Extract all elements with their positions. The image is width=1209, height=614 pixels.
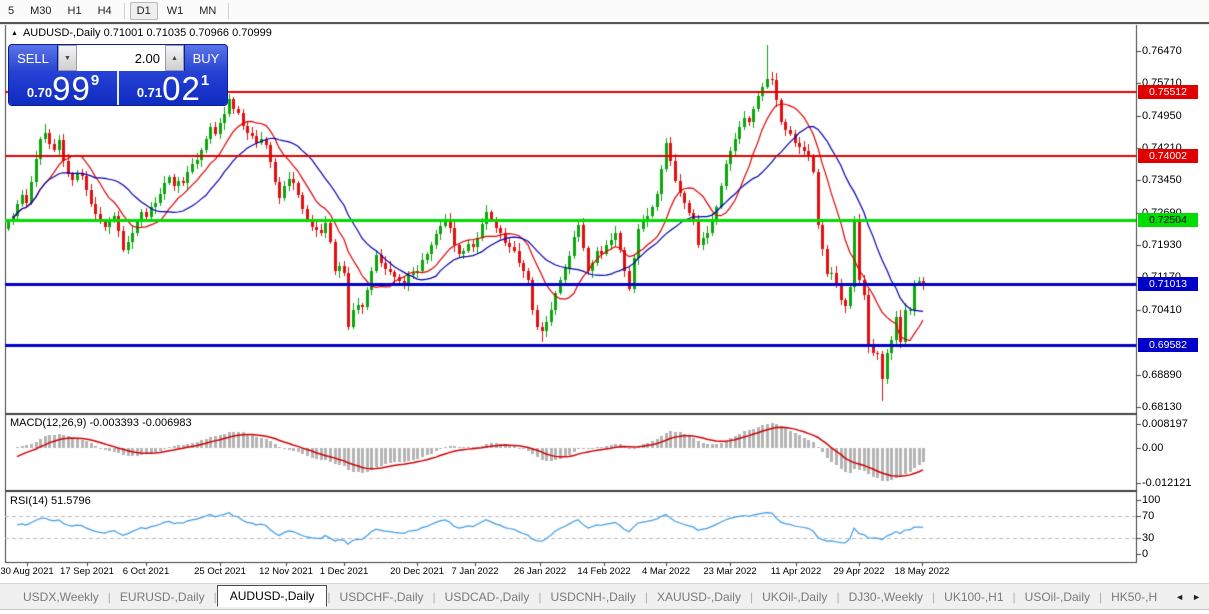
tab-dj30-[interactable]: DJ30-,Weekly [840,586,932,608]
tab-eurusd-[interactable]: EURUSD-,Daily [111,586,214,608]
level-price-badge: 0.75512 [1138,85,1198,99]
tab-uk100-[interactable]: UK100-,H1 [935,586,1012,608]
rsi-axis-tick: 100 [1142,494,1160,506]
symbol-tab-bar: USDX,Weekly|EURUSD-,Daily|AUDUSD-,Daily|… [0,583,1209,610]
sell-price-big: 99 [52,74,91,104]
chevron-down-icon: ▼ [64,55,71,62]
time-axis-label: 23 Mar 2022 [703,566,756,577]
buy-price-small: 0.71 [137,85,162,104]
tab-usdx[interactable]: USDX,Weekly [14,586,108,608]
buy-price-big: 02 [162,74,201,104]
trade-panel-top-row: SELL ▼ 2.00 ▲ BUY [9,45,227,71]
price-axis-tick: 0.68890 [1142,369,1182,381]
timeframe-button-mn[interactable]: MN [192,2,223,20]
ohlc-values-label: 0.71001 0.71035 0.70966 0.70999 [104,27,272,39]
time-axis-label: 7 Jan 2022 [451,566,498,577]
timeframe-button-h1[interactable]: H1 [61,2,89,20]
timeframe-button-d1[interactable]: D1 [130,2,158,20]
time-axis-label: 29 Apr 2022 [833,566,884,577]
chart-title: ▲ AUDUSD-,Daily 0.71001 0.71035 0.70966 0… [11,27,272,39]
buy-price-pip: 1 [201,72,209,89]
volume-field[interactable]: 2.00 [77,45,165,71]
volume-stepper: ▼ 2.00 ▲ [58,45,184,71]
sell-price-display[interactable]: 0.70 99 9 [9,71,117,105]
time-axis-label: 25 Oct 2021 [194,566,246,577]
tab-hk50-[interactable]: HK50-,H [1102,586,1166,608]
time-axis-label: 14 Feb 2022 [577,566,630,577]
triangle-up-icon: ▲ [11,30,18,37]
volume-decrease-button[interactable]: ▼ [58,45,77,71]
rsi-axis-tick: 0 [1142,548,1148,560]
time-axis-label: 17 Sep 2021 [60,566,114,577]
time-axis-label: 20 Dec 2021 [390,566,444,577]
timeframe-button-5[interactable]: 5 [1,2,21,20]
tab-scroll-right-icon[interactable]: ► [1192,592,1201,602]
time-axis-label: 1 Dec 2021 [320,566,369,577]
tab-usdchf-[interactable]: USDCHF-,Daily [331,586,433,608]
price-axis-tick: 0.71930 [1142,239,1182,251]
rsi-axis-tick: 30 [1142,532,1154,544]
level-price-badge: 0.74002 [1138,149,1198,163]
macd-panel-label: MACD(12,26,9) -0.003393 -0.006983 [10,417,192,429]
time-axis-label: 4 Mar 2022 [642,566,690,577]
time-axis-label: 12 Nov 2021 [259,566,313,577]
price-axis-tick: 0.74950 [1142,110,1182,122]
price-axis-tick: 0.70410 [1142,304,1182,316]
level-price-badge: 0.71013 [1138,277,1198,291]
time-axis-label: 26 Jan 2022 [514,566,566,577]
tab-audusd-[interactable]: AUDUSD-,Daily [217,585,328,607]
tab-usdcad-[interactable]: USDCAD-,Daily [436,586,539,608]
price-axis-tick: 0.76470 [1142,45,1182,57]
toolbar-separator [124,3,125,19]
time-axis-label: 18 May 2022 [895,566,950,577]
toolbar-separator [228,3,229,19]
sell-button[interactable]: SELL [9,45,58,71]
sell-price-pip: 9 [91,72,99,89]
buy-price-display[interactable]: 0.71 02 1 [119,71,227,105]
sell-price-small: 0.70 [27,85,52,104]
trade-panel-price-row: 0.70 99 9 0.71 02 1 [9,71,227,105]
time-axis-label: 30 Aug 2021 [0,566,53,577]
timeframe-button-w1[interactable]: W1 [160,2,191,20]
macd-axis-tick: -0.012121 [1142,477,1192,489]
timeframe-button-h4[interactable]: H4 [91,2,119,20]
timeframe-button-m30[interactable]: M30 [23,2,58,20]
time-axis-label: 6 Oct 2021 [123,566,169,577]
one-click-trade-panel: SELL ▼ 2.00 ▲ BUY 0.70 99 9 0.71 02 1 [8,44,228,106]
tab-usdcnh-[interactable]: USDCNH-,Daily [541,586,644,608]
price-axis-tick: 0.68130 [1142,401,1182,413]
macd-axis-tick: 0.008197 [1142,418,1188,430]
tab-ukoil-[interactable]: UKOil-,Daily [753,586,836,608]
volume-increase-button[interactable]: ▲ [165,45,184,71]
chevron-up-icon: ▲ [171,55,178,62]
symbol-period-label: AUDUSD-,Daily [23,27,101,39]
macd-axis-tick: 0.00 [1142,442,1163,454]
rsi-panel-label: RSI(14) 51.5796 [10,495,91,507]
rsi-axis-tick: 70 [1142,510,1154,522]
mt4-window: 5M30H1H4 D1W1MN ▲ AUDUSD-,Daily 0.71001 0.… [0,0,1209,614]
level-price-badge: 0.72504 [1138,213,1198,227]
timeframe-toolbar: 5M30H1H4 D1W1MN [0,0,1209,22]
tab-scroll-left-icon[interactable]: ◄ [1175,592,1184,602]
time-axis-label: 11 Apr 2022 [771,566,822,577]
level-price-badge: 0.69582 [1138,338,1198,352]
tab-scroll-buttons: ◄► [1175,592,1209,602]
tab-xauusd-[interactable]: XAUUSD-,Daily [648,586,750,608]
buy-button[interactable]: BUY [184,45,227,71]
price-axis-tick: 0.73450 [1142,174,1182,186]
tab-usoil-[interactable]: USOil-,Daily [1016,586,1099,608]
